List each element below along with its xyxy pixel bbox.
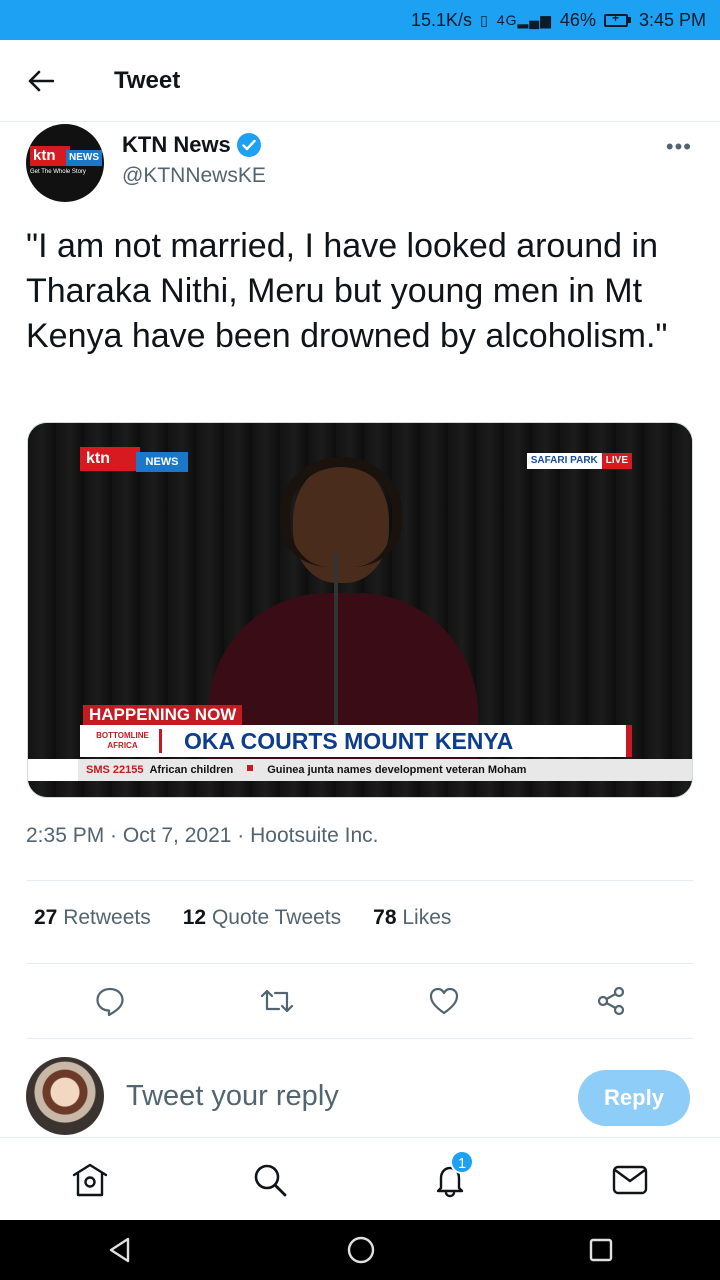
media-headline: OKA COURTS MOUNT KENYA (184, 728, 514, 754)
status-bar: 15.1K/s ▯ 4G▂▄▆ 46% 3:45 PM (0, 0, 720, 40)
retweets-stat[interactable]: 27 Retweets (34, 906, 151, 930)
likes-label: Likes (402, 906, 452, 929)
reply-action-button[interactable] (80, 971, 140, 1031)
tweet-timestamp[interactable]: 2:35 PM · Oct 7, 2021 · Hootsuite Inc. (26, 824, 379, 848)
reply-input[interactable]: Tweet your reply (126, 1080, 339, 1113)
back-triangle-icon[interactable] (106, 1236, 134, 1264)
recents-square-icon[interactable] (588, 1237, 614, 1263)
ticker-item: Guinea junta names development veteran M… (267, 764, 527, 776)
news-ticker: SMS 22155 African children Guinea junta na… (28, 759, 692, 781)
more-options-icon[interactable]: ••• (666, 134, 692, 160)
tweet-author: ktn NEWS Get The Whole Story KTN News @K… (26, 124, 696, 204)
ticker-item: African children (149, 764, 234, 776)
nav-search[interactable] (240, 1150, 300, 1210)
author-name-row[interactable]: KTN News (122, 132, 261, 158)
network-label: 4G (496, 11, 518, 28)
divider (26, 963, 694, 964)
happening-now-banner: HAPPENING NOW (83, 705, 243, 725)
avatar-tagline: Get The Whole Story (30, 169, 86, 175)
retweet-action-button[interactable] (247, 971, 307, 1031)
heart-icon (429, 987, 458, 1015)
nav-messages[interactable] (600, 1150, 660, 1210)
mail-icon (612, 1165, 648, 1194)
microphone-icon (334, 553, 338, 753)
retweets-count: 27 (34, 906, 58, 929)
author-avatar[interactable]: ktn NEWS Get The Whole Story (26, 124, 104, 202)
home-icon (72, 1163, 108, 1196)
location-label: SAFARI PARK (526, 453, 602, 469)
bottom-navigation: 1 (0, 1137, 720, 1221)
quotes-count: 12 (182, 906, 207, 929)
retweet-icon (260, 989, 293, 1013)
avatar-ktn-logo: ktn (30, 146, 70, 166)
tweet-actions (26, 966, 694, 1036)
back-button[interactable] (0, 40, 82, 122)
ticker-sms: SMS 22155 (86, 764, 144, 776)
program-logo: BOTTOMLINE AFRICA (86, 729, 162, 753)
tweet-stats: 27 Retweets 12 Quote Tweets 78 Likes (34, 906, 451, 930)
reply-button[interactable]: Reply (578, 1070, 690, 1126)
nav-home[interactable] (60, 1150, 120, 1210)
back-arrow-icon (28, 70, 54, 91)
clock: 3:45 PM (638, 9, 706, 30)
nav-notifications[interactable]: 1 (420, 1149, 480, 1210)
author-handle[interactable]: @KTNNewsKE (122, 164, 266, 188)
tweet-media-image[interactable]: ktn NEWS SAFARI PARK LIVE HAPPENING NOW … (27, 422, 693, 798)
battery-percent: 46% (559, 9, 596, 30)
verified-badge-icon (236, 133, 261, 157)
net-speed: 15.1K/s (411, 9, 473, 30)
retweets-label: Retweets (63, 906, 151, 929)
page-title: Tweet (114, 66, 181, 94)
battery-icon (603, 11, 631, 27)
likes-stat[interactable]: 78 Likes (373, 906, 451, 930)
likes-count: 78 (373, 906, 397, 929)
top-bar: Tweet (0, 40, 720, 122)
divider (26, 880, 694, 881)
home-circle-icon[interactable] (346, 1235, 376, 1265)
notification-badge: 1 (450, 1149, 474, 1174)
author-name: KTN News (122, 132, 231, 157)
quotes-label: Quote Tweets (211, 906, 342, 929)
search-icon (254, 1164, 287, 1196)
system-navigation-bar (0, 1220, 720, 1280)
live-label: LIVE (601, 453, 632, 469)
divider (26, 1038, 694, 1039)
like-action-button[interactable] (414, 971, 474, 1031)
signal-icon: 4G▂▄▆ (496, 11, 552, 28)
tweet-text: "I am not married, I have looked around … (26, 227, 668, 355)
quotes-stat[interactable]: 12 Quote Tweets (183, 906, 341, 930)
reply-icon (95, 987, 124, 1017)
avatar-news-logo: NEWS (66, 150, 102, 166)
share-icon (597, 986, 624, 1016)
user-avatar[interactable] (26, 1057, 104, 1135)
media-ktn-logo: ktn (80, 447, 140, 471)
live-tag: SAFARI PARK LIVE (526, 453, 632, 469)
media-news-logo: NEWS (136, 452, 188, 472)
reply-composer: Tweet your reply Reply (26, 1056, 694, 1136)
share-action-button[interactable] (581, 971, 641, 1031)
vibrate-icon: ▯ (480, 11, 489, 28)
